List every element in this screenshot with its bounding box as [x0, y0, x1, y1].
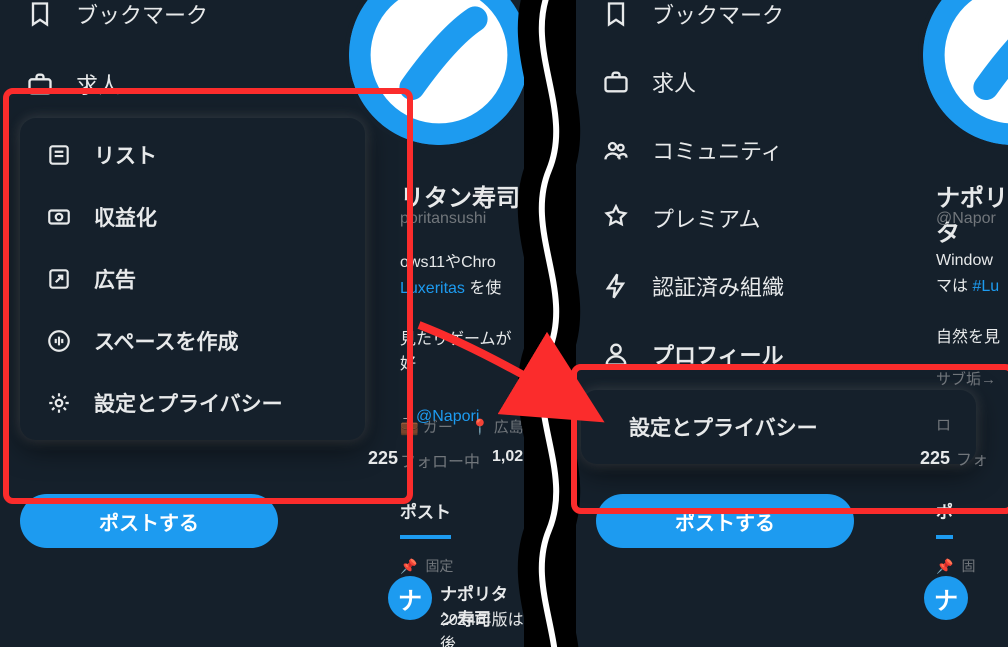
nav-jobs[interactable]: 求人 [576, 56, 874, 108]
list-icon [46, 142, 72, 168]
avatar[interactable] [344, 0, 524, 150]
nav-premium[interactable]: プレミアム [576, 192, 874, 244]
profile-handle: poritansushi [400, 210, 486, 228]
nav-label: ブックマーク [76, 0, 208, 30]
briefcase-icon [602, 68, 630, 96]
followers-count: 1,02 [492, 448, 523, 472]
community-icon [602, 136, 630, 164]
avatar[interactable] [918, 0, 1008, 150]
nav-label: ブックマーク [652, 0, 784, 30]
nav-profile[interactable]: プロフィール [576, 328, 874, 380]
left-variant: ブックマーク 求人 ポストする リスト 収益化 [0, 0, 524, 647]
premium-badge-icon [602, 204, 630, 232]
pinned-label: 📌 固 [936, 556, 975, 576]
post-button[interactable]: ポストする [20, 494, 278, 548]
location-icon: 📍 広島 [471, 416, 524, 437]
profile-preview: ナポリタ @Napor Window マは #Lu 自然を見 サブ垢→ ロ 22… [896, 0, 1008, 647]
profile-stats: フォ [956, 446, 988, 470]
nav-label: プロフィール [652, 338, 784, 370]
menu-item-label: スペースを作成 [94, 326, 238, 356]
sidebar: ブックマーク 求人 コミュニティ プレミアム 認証済み組織 プロフィール [576, 0, 874, 647]
pinned-label: 📌 固定 [400, 556, 453, 576]
post-button[interactable]: ポストする [596, 494, 854, 548]
profile-handle: @Napor [936, 210, 996, 228]
profile-meta: 💼 ガー 📍 広島 [400, 416, 524, 437]
profile-bio: Window マは #Lu 自然を見 [936, 248, 1008, 350]
post-button-label: ポストする [99, 507, 199, 536]
profile-sub: サブ垢→ [936, 368, 996, 389]
nav-verified-orgs[interactable]: 認証済み組織 [576, 260, 874, 312]
nav-communities[interactable]: コミュニティ [576, 124, 874, 176]
profile-bio: ows11やChro Luxeritas を使 見たりゲームが好 →@Napor… [400, 250, 524, 429]
menu-item-label: 収益化 [94, 202, 157, 232]
following-count-ghost: 225 [920, 448, 950, 469]
following-count-ghost: 225 [368, 448, 398, 469]
tweet-avatar[interactable]: ナ [388, 576, 432, 620]
bio-link[interactable]: Luxeritas [400, 280, 465, 297]
money-icon [46, 204, 72, 230]
wavy-divider [514, 0, 584, 647]
pin-icon: 📌 [400, 558, 417, 575]
nav-label: 求人 [76, 68, 120, 100]
profile-preview: リタン寿司 poritansushi ows11やChro Luxeritas … [300, 0, 524, 647]
lightning-icon [602, 272, 630, 300]
tab-posts[interactable]: ポスト [400, 498, 451, 539]
menu-item-label: 広告 [94, 264, 136, 294]
external-icon [46, 266, 72, 292]
pin-icon: 📌 [936, 558, 953, 575]
profile-stats: フォロー中 1,02 [400, 448, 523, 472]
person-icon [602, 340, 630, 368]
profile-loc-frag: ロ [936, 414, 951, 435]
profile-name: リタン寿司 [400, 178, 520, 213]
tab-posts[interactable]: ポ [936, 498, 953, 539]
bookmark-icon [602, 0, 630, 28]
nav-bookmarks[interactable]: ブックマーク [0, 0, 298, 40]
gear-icon [46, 390, 72, 416]
nav-label: 認証済み組織 [652, 270, 784, 302]
bio-hashtag[interactable]: #Lu [972, 278, 999, 295]
menu-item-label: リスト [94, 140, 157, 170]
right-variant: ブックマーク 求人 コミュニティ プレミアム 認証済み組織 プロフィール [576, 0, 1008, 647]
nav-bookmarks[interactable]: ブックマーク [576, 0, 874, 40]
tweet-text: 2024年版は後 [440, 606, 524, 647]
bookmark-icon [26, 0, 54, 28]
nav-label: プレミアム [652, 202, 760, 234]
nav-label: 求人 [652, 66, 696, 98]
nav-label: コミュニティ [652, 134, 783, 166]
menu-item-label: 設定とプライバシー [629, 412, 818, 442]
briefcase-icon [26, 70, 54, 98]
job-icon: 💼 ガー [400, 416, 453, 437]
post-button-label: ポストする [675, 507, 775, 536]
menu-item-label: 設定とプライバシー [94, 388, 283, 418]
tweet-avatar[interactable]: ナ [924, 576, 968, 620]
mic-icon [46, 328, 72, 354]
nav-jobs[interactable]: 求人 [0, 58, 298, 110]
